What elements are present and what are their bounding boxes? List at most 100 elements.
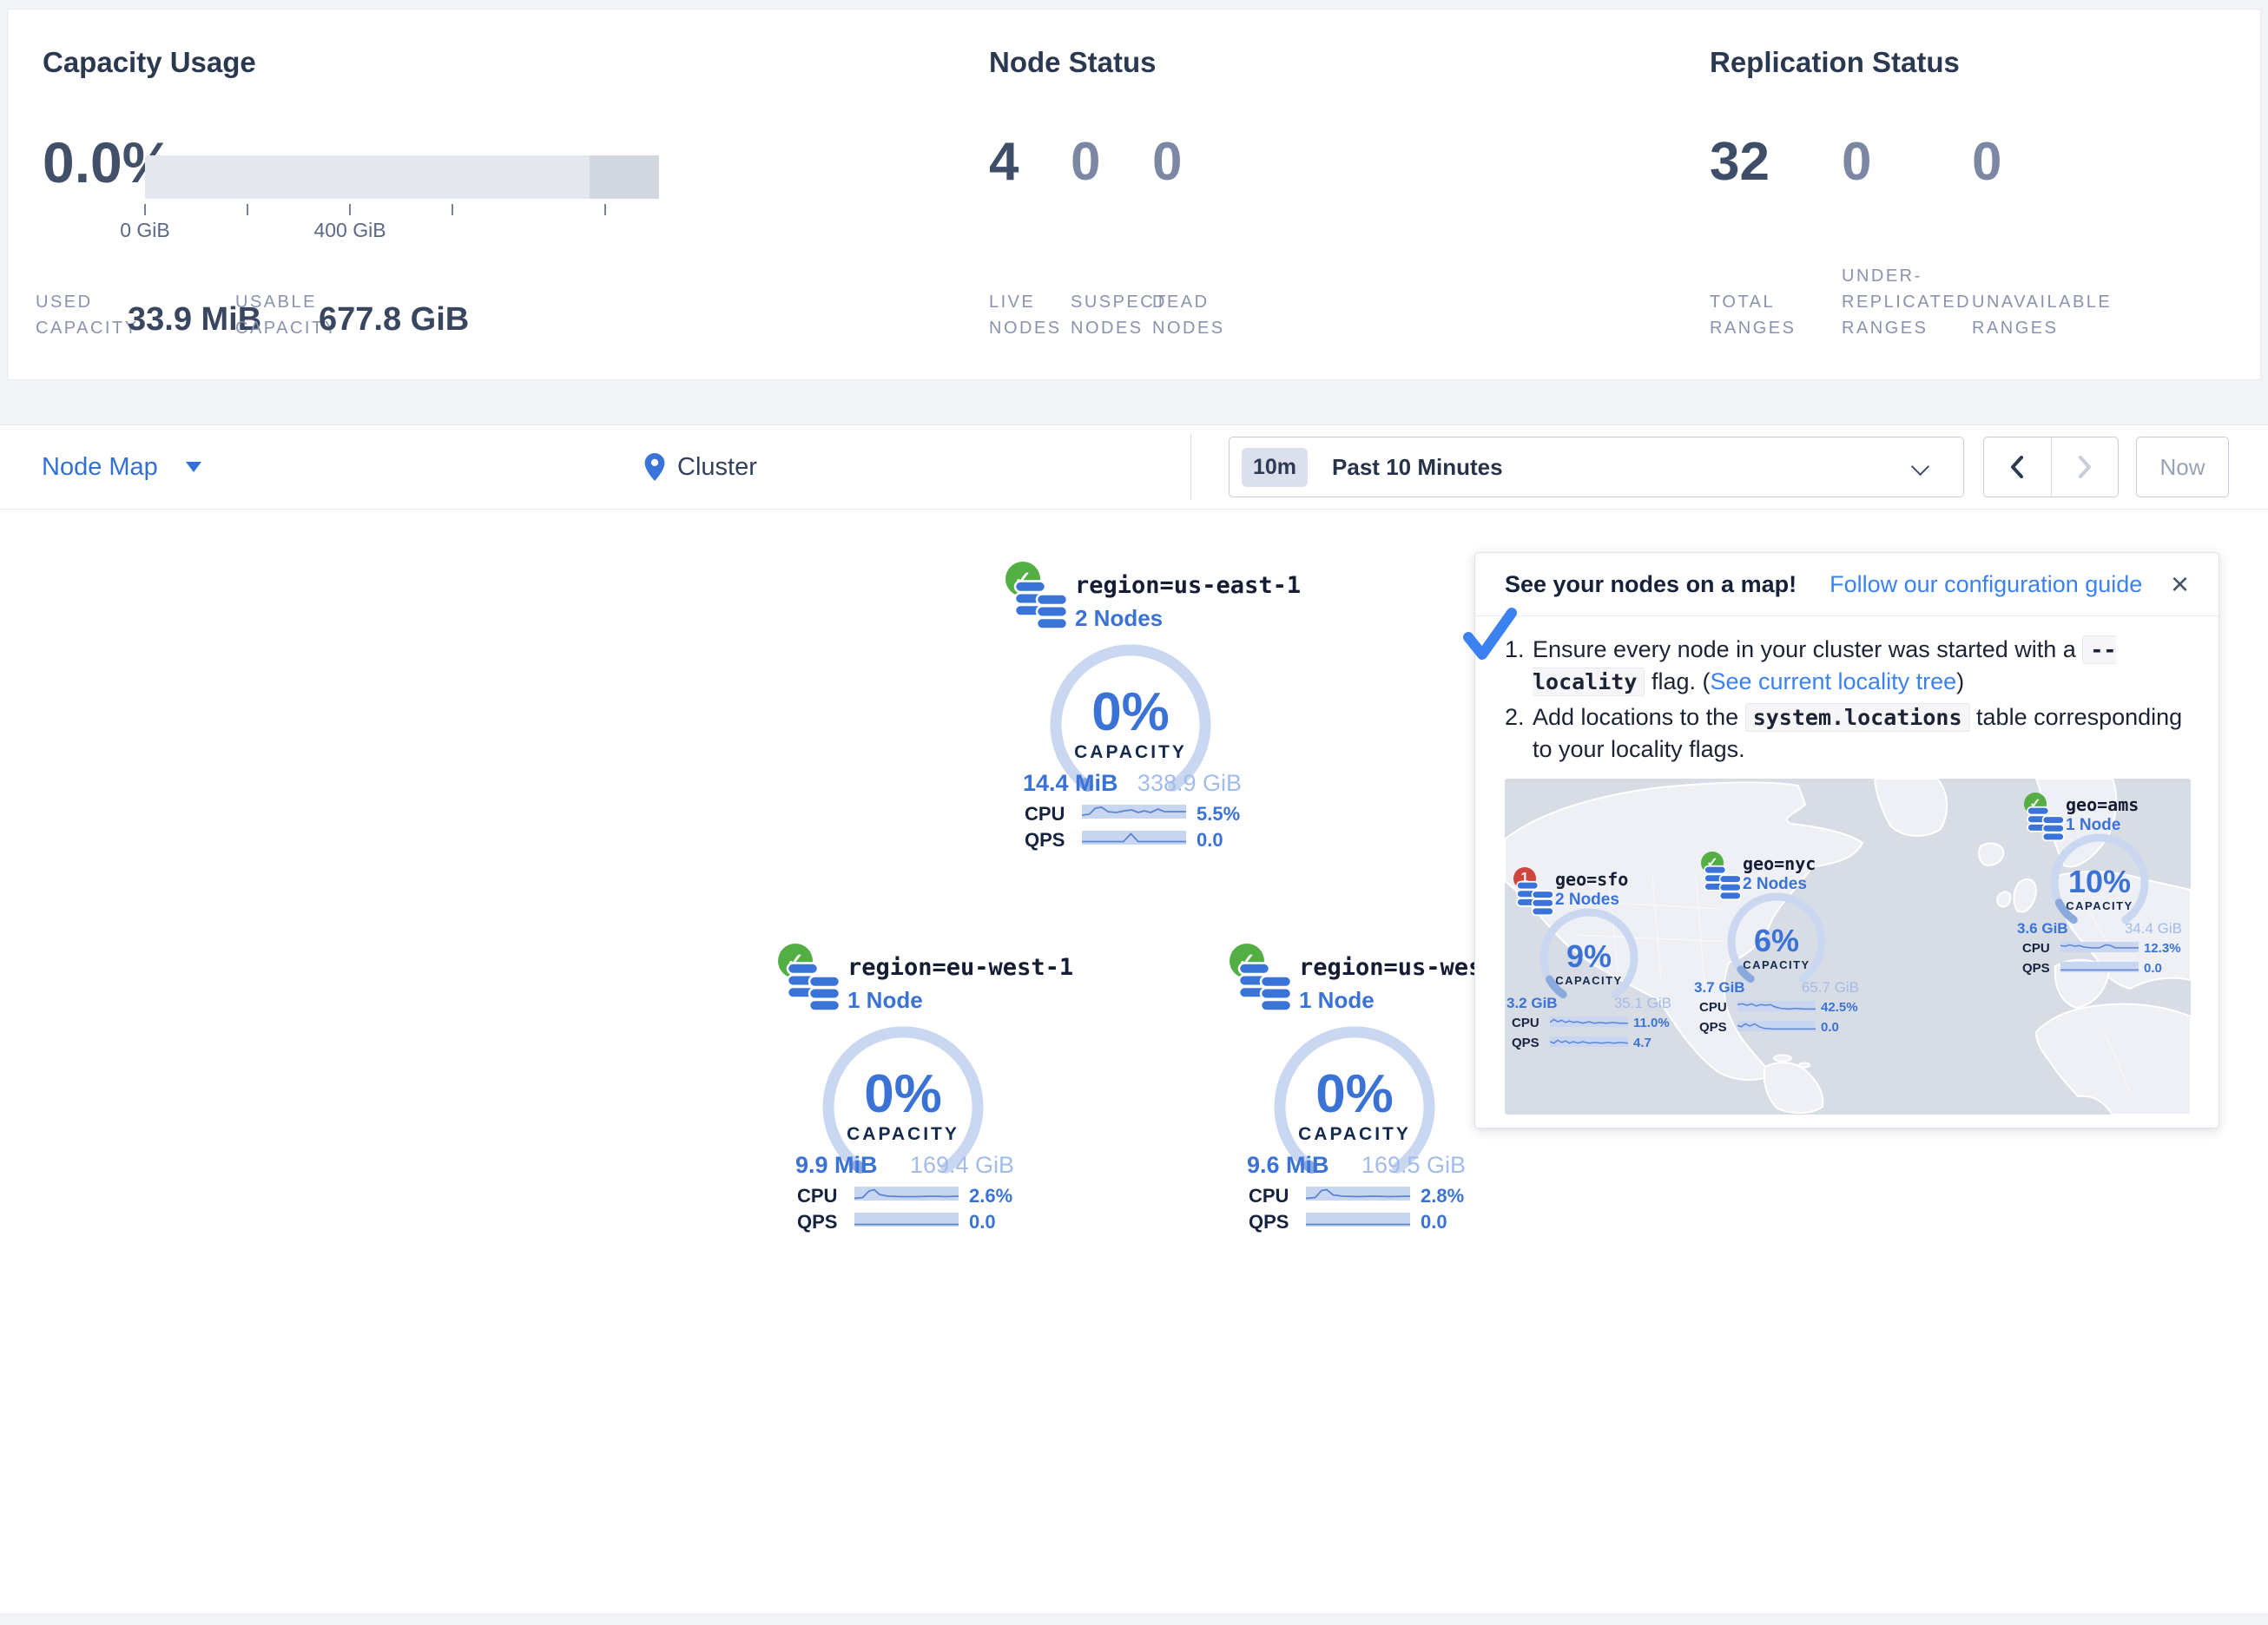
cpu-label: CPU xyxy=(2022,941,2050,956)
region-widget-us-east-1[interactable]: ✓ region=us-east-1 2 Nodes 0% CAPACITY 1… xyxy=(1000,560,1261,855)
cpu-label: CPU xyxy=(1025,803,1065,826)
dead-nodes-label: DEAD NODES xyxy=(1152,289,1232,341)
qps-label: QPS xyxy=(1249,1211,1289,1234)
dead-nodes-metric: 0 DEAD NODES xyxy=(1152,10,1232,379)
qps-sparkline xyxy=(1306,1213,1410,1227)
unavailable-ranges-count: 0 xyxy=(1972,131,2001,193)
total-ranges-metric: 32 TOTAL RANGES xyxy=(1710,10,1805,379)
live-nodes-metric: 4 LIVE NODES xyxy=(989,10,1069,379)
total-capacity: 169.4 GiB xyxy=(910,1152,1014,1179)
capacity-percent: 6% xyxy=(1724,923,1829,959)
qps-value: 0.0 xyxy=(1197,829,1223,852)
total-ranges-count: 32 xyxy=(1710,131,1770,193)
chevron-right-icon xyxy=(2074,452,2096,482)
cpu-value: 2.6% xyxy=(969,1185,1012,1207)
qps-value: 0.0 xyxy=(2144,961,2162,976)
map-pin-icon xyxy=(644,453,665,481)
cpu-label: CPU xyxy=(1699,1000,1727,1015)
suspect-nodes-label: SUSPECT NODES xyxy=(1071,289,1150,341)
region-name: region=eu-west-1 xyxy=(847,954,1073,981)
geo-name: geo=ams xyxy=(2066,794,2139,815)
qps-label: QPS xyxy=(1512,1036,1539,1050)
qps-value: 4.7 xyxy=(1633,1036,1652,1050)
cpu-value: 12.3% xyxy=(2144,941,2181,956)
locality-tree-link[interactable]: See current locality tree xyxy=(1710,668,1956,694)
under-replicated-metric: 0 UNDER-REPLICATED RANGES xyxy=(1842,10,1976,379)
capacity-caption: CAPACITY xyxy=(1537,974,1641,987)
qps-label: QPS xyxy=(2022,961,2050,976)
geo-name: geo=sfo xyxy=(1555,869,1628,890)
axis-tick xyxy=(349,204,351,215)
cpu-row: CPU 12.3% xyxy=(2017,941,2182,955)
time-range-selector[interactable]: 10m Past 10 Minutes xyxy=(1229,437,1964,497)
axis-tick xyxy=(452,204,453,215)
used-capacity: 14.4 MiB xyxy=(1023,770,1118,797)
capacity-percent: 10% xyxy=(2047,864,2152,900)
used-capacity: 3.2 GiB xyxy=(1507,995,1558,1012)
completed-check-icon xyxy=(1460,606,1520,663)
capacity-percent: 9% xyxy=(1537,938,1641,975)
capacity-caption: CAPACITY xyxy=(1048,742,1213,763)
axis-tick xyxy=(604,204,606,215)
node-map-setup-popup: See your nodes on a map! Follow our conf… xyxy=(1474,552,2219,1128)
capacity-bar xyxy=(145,155,659,199)
cpu-sparkline xyxy=(1306,1187,1410,1201)
popup-title: See your nodes on a map! xyxy=(1505,571,1797,598)
capacity-percent: 0% xyxy=(821,1063,986,1125)
capacity-percent: 0% xyxy=(1048,681,1213,743)
cpu-label: CPU xyxy=(1249,1185,1289,1207)
cpu-sparkline xyxy=(1737,1001,1816,1011)
region-name: region=us-east-1 xyxy=(1075,572,1301,599)
cpu-row: CPU 2.8% xyxy=(1247,1185,1466,1204)
breadcrumb[interactable]: Cluster xyxy=(644,425,757,509)
chevron-down-icon xyxy=(1911,457,1929,476)
database-nodes-icon xyxy=(1012,579,1070,631)
qps-label: QPS xyxy=(1025,829,1065,852)
live-nodes-count: 4 xyxy=(989,131,1019,193)
qps-row: QPS 0.0 xyxy=(2017,961,2182,975)
geo-widget-sfo[interactable]: 1 geo=sfo 2 Nodes 9% CAPACITY 3.2 GiB 35… xyxy=(1507,867,1671,1054)
capacity-caption: CAPACITY xyxy=(2047,899,2152,912)
chevron-down-icon xyxy=(186,462,201,472)
cpu-value: 11.0% xyxy=(1633,1016,1670,1030)
cluster-summary-bar: Capacity Usage 0.0% 0 GiB 400 GiB USED C… xyxy=(7,9,2261,380)
geo-widget-ams[interactable]: ✓ geo=ams 1 Node 10% CAPACITY 3.6 GiB 34… xyxy=(2017,793,2182,979)
database-nodes-icon xyxy=(785,961,842,1013)
region-widget-eu-west-1[interactable]: ✓ region=eu-west-1 1 Node 0% CAPACITY 9.… xyxy=(773,942,1033,1237)
view-selector-dropdown[interactable]: Node Map xyxy=(42,425,201,509)
step-text-fragment: Add locations to the xyxy=(1533,704,1738,730)
now-button[interactable]: Now xyxy=(2136,437,2229,497)
region-widget-us-west-1[interactable]: ✓ region=us-west-1 1 Node 0% CAPACITY 9.… xyxy=(1224,942,1485,1237)
used-capacity: 3.6 GiB xyxy=(2017,920,2068,938)
qps-label: QPS xyxy=(1699,1020,1727,1035)
page-footer-strip xyxy=(0,1614,2268,1625)
capacity-percent: 0% xyxy=(1272,1063,1437,1125)
cpu-value: 2.8% xyxy=(1421,1185,1464,1207)
close-icon[interactable]: × xyxy=(2171,569,2189,600)
total-capacity: 35.1 GiB xyxy=(1614,995,1671,1012)
live-nodes-label: LIVE NODES xyxy=(989,289,1069,341)
qps-row: QPS 0.0 xyxy=(1023,829,1242,848)
step-text: Ensure every node in your cluster was st… xyxy=(1533,634,2189,698)
unavailable-ranges-label: UNAVAILABLE RANGES xyxy=(1972,289,2118,341)
total-capacity: 34.4 GiB xyxy=(2125,920,2182,938)
axis-tick xyxy=(144,204,146,215)
qps-label: QPS xyxy=(797,1211,837,1234)
cpu-row: CPU 5.5% xyxy=(1023,803,1242,822)
total-capacity: 169.5 GiB xyxy=(1361,1152,1466,1179)
capacity-bar-reserved-segment xyxy=(590,155,659,199)
qps-value: 0.0 xyxy=(1821,1020,1839,1035)
step-text-fragment: flag. ( xyxy=(1652,668,1711,694)
cpu-row: CPU 11.0% xyxy=(1507,1016,1671,1030)
step-back-button[interactable] xyxy=(1984,438,2052,497)
configuration-guide-link[interactable]: Follow our configuration guide xyxy=(1830,571,2142,598)
geo-widget-nyc[interactable]: ✓ geo=nyc 2 Nodes 6% CAPACITY 3.7 GiB 65… xyxy=(1694,852,1859,1038)
popup-header: See your nodes on a map! Follow our conf… xyxy=(1475,553,2219,616)
step-forward-button[interactable] xyxy=(2052,438,2119,497)
qps-sparkline xyxy=(1082,831,1186,845)
region-node-count: 1 Node xyxy=(1299,987,1375,1014)
qps-row: QPS 0.0 xyxy=(1694,1020,1859,1034)
view-selector-label: Node Map xyxy=(42,453,158,482)
map-toolbar: Node Map Cluster 10m Past 10 Minutes Now xyxy=(0,424,2268,510)
capacity-caption: CAPACITY xyxy=(1272,1124,1437,1145)
